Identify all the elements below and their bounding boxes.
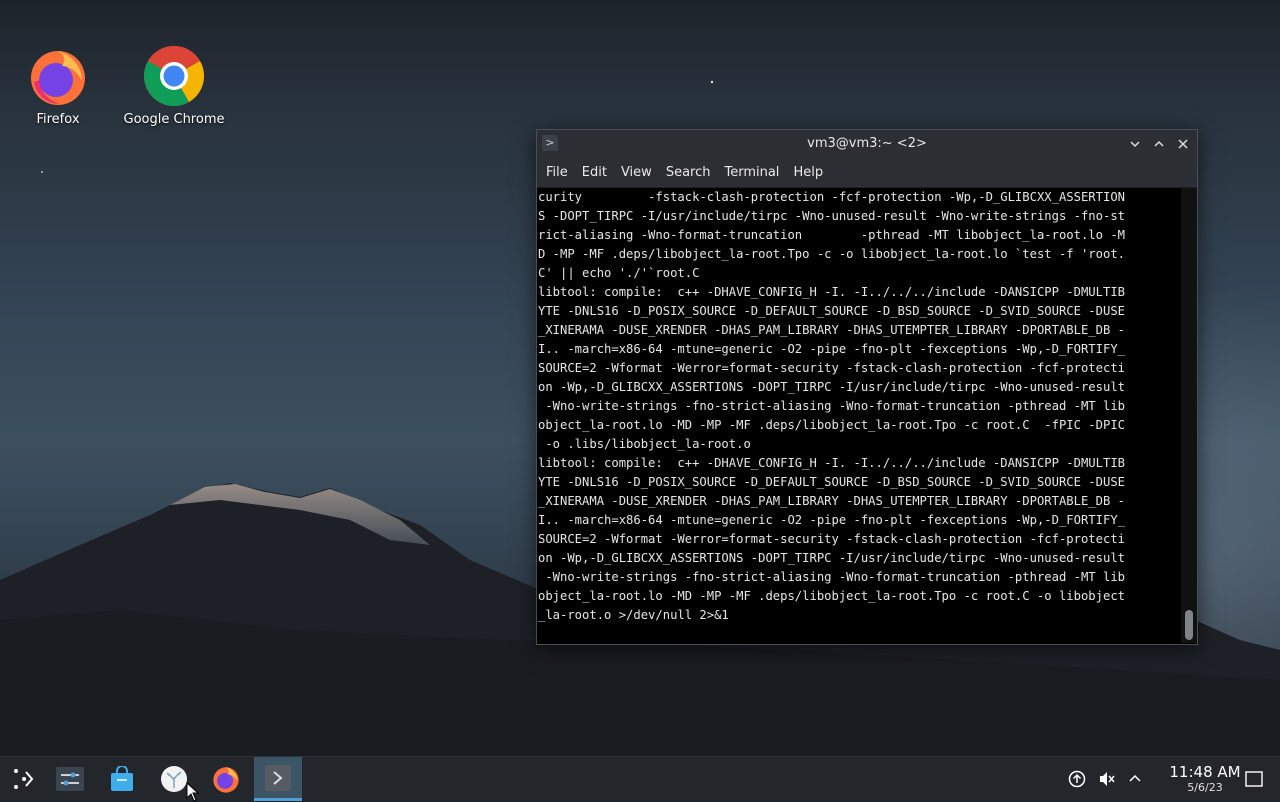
- terminal-line: SOURCE=2 -Wformat -Werror=format-securit…: [538, 532, 1125, 546]
- maximize-button[interactable]: [1151, 136, 1167, 152]
- window-title: vm3@vm3:~ <2>: [807, 136, 927, 151]
- menu-search[interactable]: Search: [659, 165, 718, 180]
- terminal-output[interactable]: curity -fstack-clash-protection -fcf-pro…: [537, 188, 1181, 643]
- scrollbar-thumb[interactable]: [1185, 610, 1193, 640]
- desktop-icon-label: Google Chrome: [123, 112, 225, 127]
- menu-bar: File Edit View Search Terminal Help: [537, 158, 1197, 188]
- chrome-icon: [143, 45, 205, 107]
- menu-edit[interactable]: Edit: [575, 165, 614, 180]
- tray-volume[interactable]: [1094, 757, 1120, 801]
- desktop-icon-firefox[interactable]: Firefox: [3, 44, 113, 127]
- tray-updates[interactable]: [1064, 757, 1090, 801]
- desktop-icon-label: Firefox: [36, 112, 80, 127]
- terminal-window[interactable]: > vm3@vm3:~ <2> File Edit View Search Te…: [536, 129, 1198, 645]
- volume-muted-icon: [1100, 772, 1115, 786]
- chevron-down-icon: [1130, 141, 1140, 148]
- sliders-icon: [56, 767, 84, 791]
- terminal-line: D -MP -MF .deps/libobject_la-root.Tpo -c…: [538, 247, 1125, 261]
- terminal-line: -Wno-write-strings -fno-strict-aliasing …: [538, 399, 1125, 413]
- menu-terminal[interactable]: Terminal: [717, 165, 786, 180]
- shopping-bag-icon: [111, 766, 133, 791]
- menu-view[interactable]: View: [614, 165, 659, 180]
- terminal-line: YTE -DNLS16 -D_POSIX_SOURCE -D_DEFAULT_S…: [538, 304, 1125, 318]
- terminal-line: -o .libs/libobject_la-root.o: [538, 437, 751, 451]
- desktop-icon-google-chrome[interactable]: Google Chrome: [119, 44, 229, 127]
- taskbar-firefox[interactable]: [202, 757, 250, 801]
- show-desktop-icon: [1245, 771, 1263, 787]
- chevron-up-icon: [1154, 140, 1164, 147]
- terminal-line: YTE -DNLS16 -D_POSIX_SOURCE -D_DEFAULT_S…: [538, 475, 1125, 489]
- firefox-icon: [213, 767, 239, 793]
- taskbar-discover[interactable]: [98, 757, 146, 801]
- terminal-line: SOURCE=2 -Wformat -Werror=format-securit…: [538, 361, 1125, 375]
- terminal-line: rict-aliasing -Wno-format-truncation -pt…: [538, 228, 1125, 242]
- terminal-line: libtool: compile: c++ -DHAVE_CONFIG_H -I…: [538, 285, 1125, 299]
- mouse-pointer-icon: [186, 782, 200, 802]
- show-desktop-button[interactable]: [1242, 757, 1266, 801]
- minimize-button[interactable]: [1127, 136, 1143, 152]
- terminal-icon: [265, 764, 291, 791]
- menu-file[interactable]: File: [539, 165, 575, 180]
- firefox-icon: [31, 51, 85, 105]
- menu-help[interactable]: Help: [786, 165, 830, 180]
- chevron-up-icon: [1129, 774, 1141, 782]
- terminal-line: I.. -march=x86-64 -mtune=generic -O2 -pi…: [538, 513, 1125, 527]
- terminal-line: on -Wp,-D_GLIBCXX_ASSERTIONS -DOPT_TIRPC…: [538, 380, 1125, 394]
- terminal-line: object_la-root.lo -MD -MP -MF .deps/libo…: [538, 589, 1125, 603]
- terminal-line: curity -fstack-clash-protection -fcf-pro…: [538, 190, 1125, 204]
- terminal-line: libtool: compile: c++ -DHAVE_CONFIG_H -I…: [538, 456, 1125, 470]
- coral-icon: [161, 766, 187, 792]
- close-button[interactable]: [1175, 136, 1191, 152]
- terminal-line: _XINERAMA -DUSE_XRENDER -DHAS_PAM_LIBRAR…: [538, 323, 1125, 337]
- terminal-line: S -DOPT_TIRPC -I/usr/include/tirpc -Wno-…: [538, 209, 1125, 223]
- terminal-line: I.. -march=x86-64 -mtune=generic -O2 -pi…: [538, 342, 1125, 356]
- application-launcher-button[interactable]: [0, 757, 48, 801]
- terminal-line: C' || echo './'`root.C: [538, 266, 700, 280]
- terminal-app-icon[interactable]: >: [542, 135, 558, 151]
- terminal-line: object_la-root.lo -MD -MP -MF .deps/libo…: [538, 418, 1125, 432]
- window-titlebar[interactable]: > vm3@vm3:~ <2>: [537, 130, 1197, 158]
- taskbar-terminal-active[interactable]: [254, 757, 302, 801]
- launcher-icon: [14, 769, 34, 789]
- tray-expand[interactable]: [1122, 757, 1148, 801]
- taskbar-settings[interactable]: [46, 757, 94, 801]
- terminal-scrollbar[interactable]: [1181, 188, 1197, 643]
- terminal-line: _la-root.o >/dev/null 2>&1: [538, 608, 729, 622]
- terminal-line: _XINERAMA -DUSE_XRENDER -DHAS_PAM_LIBRAR…: [538, 494, 1125, 508]
- update-icon: [1068, 770, 1086, 788]
- terminal-line: on -Wp,-D_GLIBCXX_ASSERTIONS -DOPT_TIRPC…: [538, 551, 1125, 565]
- close-icon: [1178, 139, 1188, 149]
- terminal-line: -Wno-write-strings -fno-strict-aliasing …: [538, 570, 1125, 584]
